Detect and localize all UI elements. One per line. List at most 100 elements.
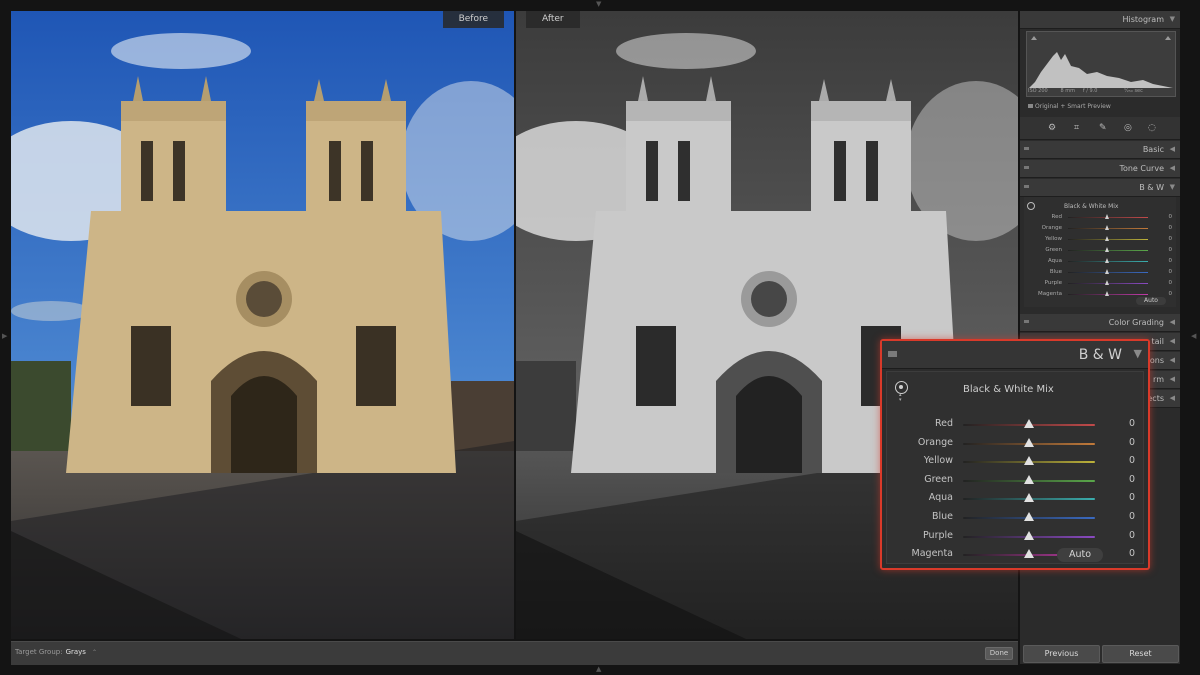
slider-value[interactable]: 0 bbox=[1169, 258, 1173, 264]
slider-value[interactable]: 0 bbox=[1169, 214, 1173, 220]
target-arrows-icon: ▴ ▾ bbox=[899, 392, 902, 403]
slider-thumb[interactable] bbox=[1105, 214, 1109, 219]
expand-triangle-icon[interactable]: ◀ bbox=[1170, 333, 1175, 350]
slider-thumb[interactable] bbox=[1024, 456, 1034, 466]
slider-thumb[interactable] bbox=[1024, 419, 1034, 428]
slider-value[interactable]: 0 bbox=[1129, 437, 1135, 448]
crop-icon[interactable]: ⌗ bbox=[1074, 123, 1079, 133]
slider-value[interactable]: 0 bbox=[1169, 280, 1173, 286]
slider-thumb[interactable] bbox=[1105, 269, 1109, 274]
slider-label: Magenta bbox=[1037, 291, 1062, 297]
smart-preview-status[interactable]: Original + Smart Preview bbox=[1028, 103, 1111, 110]
expand-triangle-icon[interactable]: ◀ bbox=[1170, 352, 1175, 369]
slider-value[interactable]: 0 bbox=[1129, 418, 1135, 429]
slider-thumb[interactable] bbox=[1024, 512, 1034, 521]
slider-label: Purple bbox=[922, 529, 953, 541]
expand-triangle-icon[interactable]: ◀ bbox=[1170, 141, 1175, 158]
slider-value[interactable]: 0 bbox=[1169, 269, 1173, 275]
expand-triangle-icon[interactable]: ◀ bbox=[1170, 314, 1175, 331]
color-grading-header[interactable]: Color Grading ◀ bbox=[1020, 314, 1180, 332]
slider-value[interactable]: 0 bbox=[1169, 291, 1173, 297]
slider-row-blue: Blue 0 bbox=[887, 509, 1143, 527]
slider-value[interactable]: 0 bbox=[1129, 530, 1135, 541]
slider-thumb[interactable] bbox=[1024, 474, 1034, 484]
slider-value[interactable]: 0 bbox=[1129, 548, 1135, 559]
slider-label: Red bbox=[934, 418, 953, 429]
target-group[interactable]: Target Group: Grays ⌃ bbox=[15, 648, 97, 656]
expand-triangle-icon[interactable]: ◀ bbox=[1170, 390, 1175, 407]
iso-value: ISO 200 bbox=[1028, 88, 1048, 94]
camera-info: ISO 200 8 mm f / 9.0 bbox=[1028, 88, 1097, 94]
slider-label: Purple bbox=[1044, 280, 1062, 286]
detail-title-partial: tail bbox=[1151, 337, 1164, 346]
reset-button[interactable]: Reset bbox=[1102, 645, 1179, 663]
preview-label: Original + Smart Preview bbox=[1035, 103, 1111, 110]
slider-thumb[interactable] bbox=[1105, 291, 1109, 296]
expand-triangle-icon[interactable]: ◀ bbox=[1170, 371, 1175, 388]
target-group-value[interactable]: Grays bbox=[66, 648, 86, 656]
slider-row-green: Green 0 bbox=[887, 472, 1143, 490]
collapse-triangle-icon[interactable]: ▼ bbox=[1170, 179, 1175, 196]
histogram-header[interactable]: Histogram ▼ bbox=[1020, 11, 1180, 29]
slider-thumb[interactable] bbox=[1105, 258, 1109, 263]
bw-panel-header[interactable]: B & W ▼ bbox=[882, 341, 1148, 369]
edit-sliders-icon[interactable]: ⚙ bbox=[1048, 123, 1056, 133]
small-slider-row-blue: Blue 0 bbox=[1024, 268, 1176, 277]
basic-header[interactable]: Basic ◀ bbox=[1020, 141, 1180, 159]
slider-value[interactable]: 0 bbox=[1129, 492, 1135, 503]
slider-thumb[interactable] bbox=[1024, 493, 1034, 503]
slider-label: Red bbox=[1051, 214, 1062, 220]
slider-thumb[interactable] bbox=[1105, 247, 1109, 252]
collapse-triangle-icon[interactable]: ▼ bbox=[1134, 347, 1142, 360]
slider-thumb[interactable] bbox=[1105, 236, 1109, 241]
previous-button[interactable]: Previous bbox=[1023, 645, 1100, 663]
tool-strip: ⚙ ⌗ ✎ ◎ ◌ bbox=[1020, 117, 1180, 140]
bw-header[interactable]: B & W ▼ bbox=[1020, 179, 1180, 197]
transform-title-partial: rm bbox=[1153, 375, 1164, 384]
bottom-toolbar: Target Group: Grays ⌃ Done bbox=[11, 641, 1018, 665]
small-slider-row-green: Green 0 bbox=[1024, 246, 1176, 255]
small-slider-row-yellow: Yellow 0 bbox=[1024, 235, 1176, 244]
target-adjust-icon[interactable] bbox=[1027, 202, 1035, 210]
auto-button[interactable]: Auto bbox=[1057, 548, 1103, 562]
slider-thumb[interactable] bbox=[1024, 530, 1034, 540]
panel-toggle-icon[interactable] bbox=[1024, 320, 1029, 323]
bw-mix-panel-small: Black & White Mix Red 0 Orange 0 Yellow 0 Gree… bbox=[1024, 197, 1176, 307]
slider-value[interactable]: 0 bbox=[1129, 511, 1135, 522]
before-label: Before bbox=[442, 11, 504, 28]
slider-value[interactable]: 0 bbox=[1129, 455, 1135, 466]
small-slider-row-purple: Purple 0 bbox=[1024, 279, 1176, 288]
slider-thumb[interactable] bbox=[1024, 437, 1034, 447]
red-eye-icon[interactable]: ◎ bbox=[1124, 123, 1132, 133]
slider-label: Yellow bbox=[1045, 236, 1062, 242]
slider-thumb[interactable] bbox=[1024, 549, 1034, 559]
slider-value[interactable]: 0 bbox=[1169, 225, 1173, 231]
done-button[interactable]: Done bbox=[985, 647, 1013, 660]
target-group-label: Target Group: bbox=[15, 648, 63, 656]
lens-title-partial: ons bbox=[1149, 356, 1164, 365]
healing-icon[interactable]: ✎ bbox=[1099, 123, 1107, 133]
small-slider-row-aqua: Aqua 0 bbox=[1024, 257, 1176, 266]
tone-curve-header[interactable]: Tone Curve ◀ bbox=[1020, 160, 1180, 178]
slider-value[interactable]: 0 bbox=[1169, 247, 1173, 253]
right-panel-toggle-icon[interactable]: ◀ bbox=[1191, 332, 1196, 340]
target-group-caret-icon[interactable]: ⌃ bbox=[92, 649, 97, 656]
panel-toggle-icon[interactable] bbox=[1024, 185, 1029, 188]
slider-thumb[interactable] bbox=[1105, 280, 1109, 285]
masking-icon[interactable]: ◌ bbox=[1148, 123, 1156, 133]
panel-toggle-icon[interactable] bbox=[1024, 147, 1029, 150]
left-panel-toggle-icon[interactable]: ▶ bbox=[2, 332, 7, 340]
before-photo: Before bbox=[11, 11, 514, 639]
auto-button-small[interactable]: Auto bbox=[1136, 297, 1166, 305]
slider-label: Aqua bbox=[1047, 258, 1062, 264]
expand-triangle-icon[interactable]: ◀ bbox=[1170, 160, 1175, 177]
slider-thumb[interactable] bbox=[1105, 225, 1109, 230]
bottom-panel-toggle-icon[interactable]: ▲ bbox=[596, 665, 601, 673]
slider-value[interactable]: 0 bbox=[1129, 474, 1135, 485]
panel-toggle-icon[interactable] bbox=[888, 351, 897, 357]
top-panel-toggle-icon[interactable]: ▼ bbox=[596, 0, 601, 8]
histogram-title: Histogram bbox=[1122, 15, 1165, 24]
slider-value[interactable]: 0 bbox=[1169, 236, 1173, 242]
panel-toggle-icon[interactable] bbox=[1024, 166, 1029, 169]
collapse-triangle-icon[interactable]: ▼ bbox=[1170, 11, 1175, 28]
